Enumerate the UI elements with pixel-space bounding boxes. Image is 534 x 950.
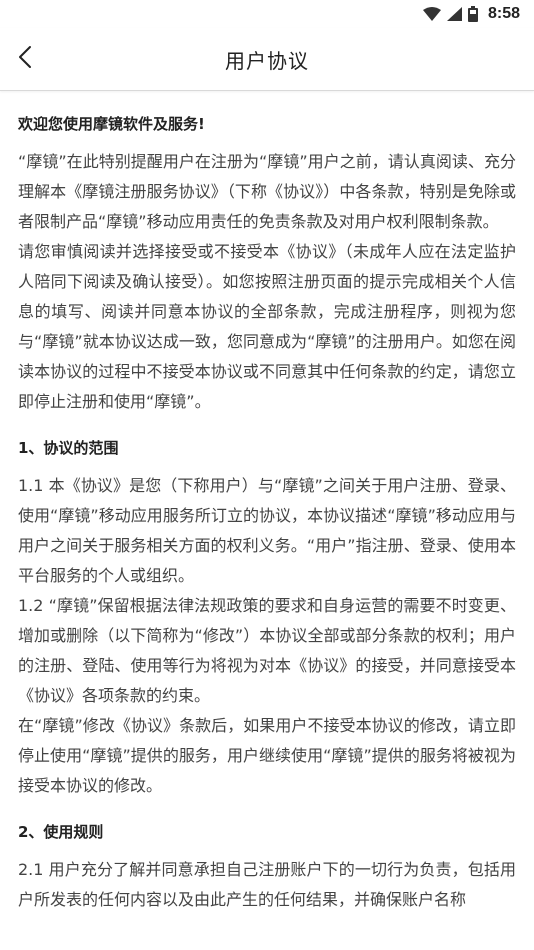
chevron-left-icon: [18, 45, 32, 73]
section-1-title: 1、协议的范围: [18, 439, 119, 457]
wifi-icon: [422, 7, 441, 21]
agreement-content[interactable]: 欢迎您使用摩镜软件及服务! “摩镜”在此特别提醒用户在注册为“摩镜”用户之前，请…: [0, 91, 534, 915]
intro-title: 欢迎您使用摩镜软件及服务!: [18, 115, 205, 133]
status-bar: 8:58: [0, 0, 534, 28]
intro-paragraph: 请您审慎阅读并选择接受或不接受本《协议》（未成年人应在法定监护人陪同下阅读及确认…: [18, 242, 516, 411]
signal-icon: [446, 7, 462, 21]
section-1-paragraph: 1.1 本《协议》是您（下称用户）与“摩镜”之间关于用户注册、登录、使用“摩镜”…: [18, 476, 516, 585]
battery-icon: [467, 6, 478, 22]
section-1-paragraph: 在“摩镜”修改《协议》条款后，如果用户不接受本协议的修改，请立即停止使用“摩镜”…: [18, 716, 516, 795]
status-time: 8:58: [487, 5, 520, 22]
intro-paragraph: “摩镜”在此特别提醒用户在注册为“摩镜”用户之前，请认真阅读、充分理解本《摩镜注…: [18, 152, 516, 231]
section-2-title: 2、使用规则: [18, 823, 104, 841]
page-title: 用户协议: [225, 48, 309, 73]
section-2-paragraph: 2.1 用户充分了解并同意承担自己注册账户下的一切行为负责，包括用户所发表的任何…: [18, 860, 516, 909]
back-button[interactable]: [10, 41, 40, 77]
section-1-paragraph: 1.2 “摩镜”保留根据法律法规政策的要求和自身运营的需要不时变更、增加或删除（…: [18, 596, 516, 705]
header-bar: 用户协议: [0, 28, 534, 91]
